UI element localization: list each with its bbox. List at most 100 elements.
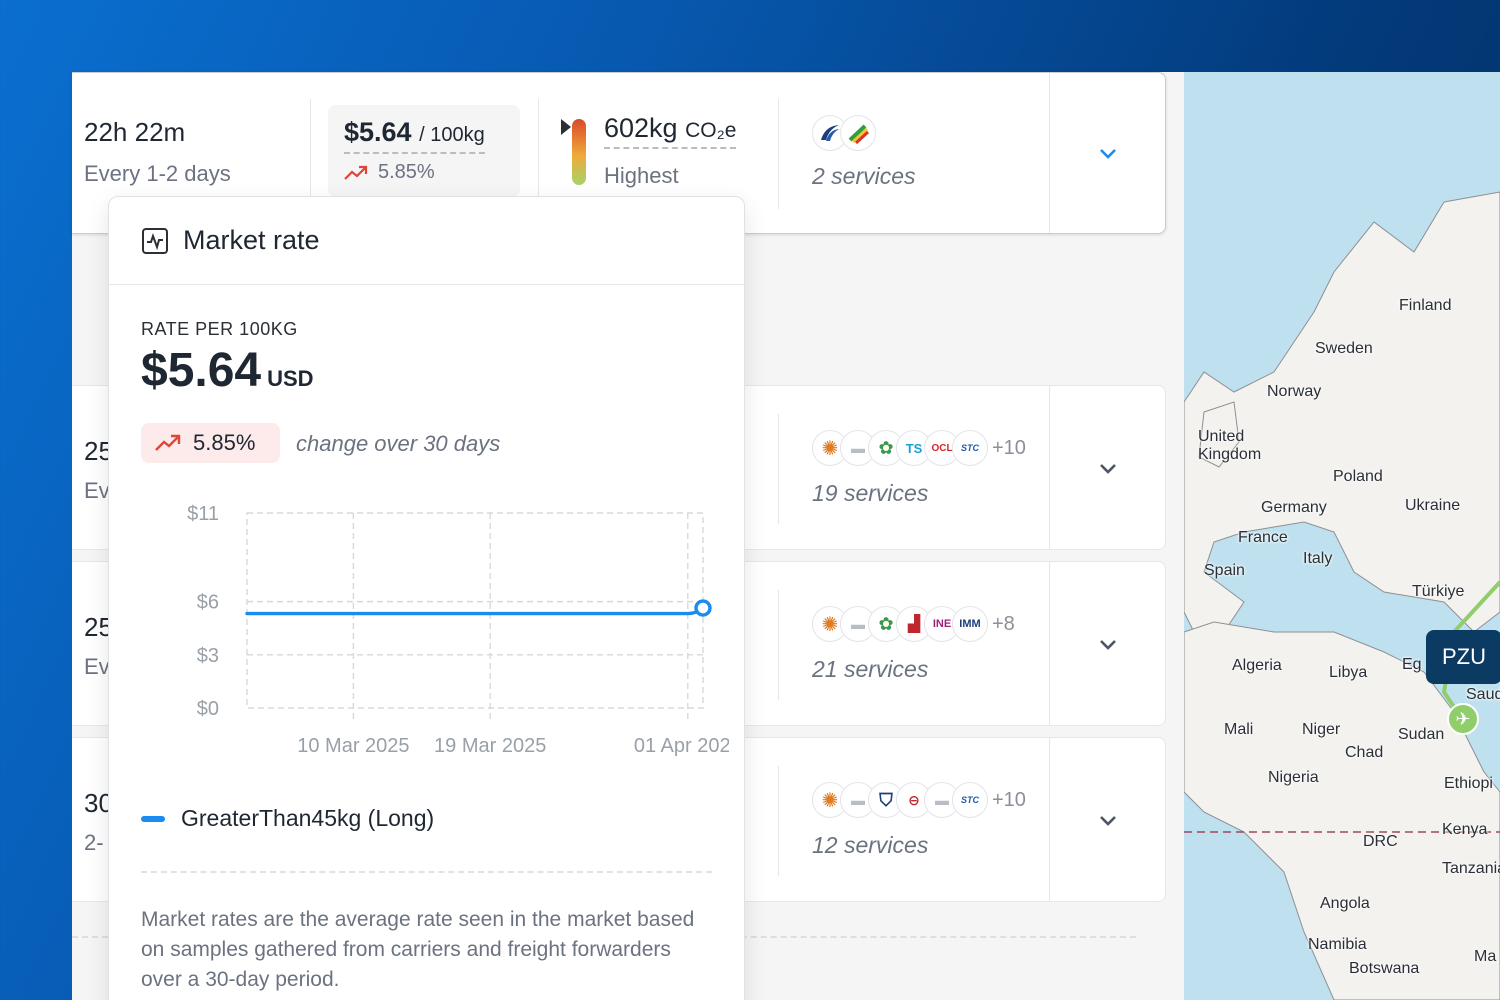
chevron-down-icon [1099, 639, 1116, 650]
legend-swatch [141, 815, 165, 822]
map-label: Namibia [1308, 936, 1367, 953]
chart-legend: GreaterThan45kg (Long) [141, 805, 434, 832]
map-label: Libya [1329, 664, 1368, 681]
map-label: Chad [1345, 744, 1384, 761]
map-label: Botswana [1349, 960, 1420, 977]
expand-toggle[interactable] [1049, 386, 1165, 549]
trend-up-icon [344, 165, 368, 180]
map-label: Poland [1333, 468, 1383, 485]
rate-currency: USD [267, 366, 314, 391]
ethiopian-logo-icon [840, 115, 876, 151]
map-label: Sweden [1315, 340, 1373, 357]
map-label: Saud [1466, 686, 1500, 703]
map-label: Ma [1474, 948, 1497, 965]
frequency: Every 1-2 days [84, 161, 231, 186]
co2-gauge [572, 119, 586, 185]
change-label: change over 30 days [296, 431, 501, 456]
co2-marker-icon [561, 119, 571, 135]
map-label: France [1238, 529, 1288, 546]
map-label: Ethiopi [1444, 775, 1493, 792]
map-label: Sudan [1398, 726, 1445, 743]
expand-toggle[interactable] [1049, 738, 1165, 901]
carrier-logo-icon: STC [952, 782, 988, 818]
map-label: Finland [1399, 297, 1452, 314]
y-tick-label: $6 [197, 592, 219, 614]
map-label: Angola [1320, 895, 1370, 912]
divider [538, 99, 539, 209]
rate-price[interactable]: $5.64 / 100kg [344, 117, 485, 154]
rate-summary[interactable]: $5.64 / 100kg 5.85% [328, 105, 520, 197]
expand-toggle[interactable] [1049, 73, 1165, 233]
co2-label: Highest [604, 163, 679, 188]
map-label: Türkiye [1412, 583, 1465, 600]
plot-frame [246, 512, 704, 709]
rate-chart: $0 $3 $6 $11 10 Mar 2025 19 Mar 2025 01 Apr 20… [187, 503, 729, 757]
carrier-logos: ✺ ▬ ✿ TS OCL STC +10 [812, 430, 1026, 466]
more-carriers: +10 [992, 788, 1026, 811]
map-label: Germany [1261, 499, 1327, 516]
activity-chart-icon [142, 227, 168, 254]
frequency: 2- [84, 830, 104, 855]
map-label: Nigeria [1268, 769, 1319, 786]
rate-change: 5.85% [344, 161, 435, 184]
x-tick-label: 19 Mar 2025 [434, 735, 546, 757]
change-chip: 5.85% [141, 423, 280, 463]
duration: 22h 22m [84, 117, 186, 147]
services-count[interactable]: 19 services [812, 480, 928, 507]
airport-marker[interactable]: PZU [1426, 630, 1500, 684]
change-value: 5.85% [193, 430, 256, 455]
rate-price: $5.64 [141, 344, 262, 397]
map-label: Algeria [1232, 657, 1282, 674]
frequency: Ev [84, 478, 110, 503]
services-count[interactable]: 2 services [812, 163, 916, 190]
x-tick-label: 10 Mar 2025 [297, 735, 409, 757]
legend-label: GreaterThan45kg (Long) [181, 805, 435, 831]
market-rate-note: Market rates are the average rate seen i… [141, 908, 695, 991]
y-tick-label: $11 [187, 503, 219, 525]
trend-up-icon [155, 434, 181, 451]
services-count[interactable]: 21 services [812, 656, 928, 683]
map-label: Tanzania [1442, 860, 1500, 877]
map-label: Spain [1204, 562, 1245, 579]
rate-subtitle: RATE PER 100KG [141, 319, 298, 339]
rate-price-unit: / 100kg [419, 124, 485, 146]
more-carriers: +10 [992, 436, 1026, 459]
carrier-logo-icon: STC [952, 430, 988, 466]
frequency: Ev [84, 654, 110, 679]
y-tick-label: $0 [197, 698, 219, 720]
map-label: United Kingdom [1198, 428, 1262, 463]
expand-toggle[interactable] [1049, 562, 1165, 725]
co2-unit: CO₂e [685, 119, 737, 142]
map-label: Norway [1267, 383, 1322, 400]
popover-header: Market rate [109, 197, 744, 285]
map-label: Mali [1224, 721, 1254, 738]
rate-price-value: $5.64 [344, 117, 412, 147]
co2-value[interactable]: 602kg CO₂e [604, 113, 737, 149]
chevron-down-icon [1099, 463, 1116, 474]
carrier-logos: ✺ ▬ ✿ ▟ INE IMM +8 [812, 606, 1015, 642]
map-label: Italy [1303, 550, 1333, 567]
map-label: Kenya [1442, 821, 1488, 838]
divider [778, 766, 779, 876]
map-label: DRC [1363, 833, 1398, 850]
popover-title: Market rate [183, 225, 320, 255]
map-label: Eg [1402, 656, 1422, 673]
airplane-icon[interactable]: ✈ [1447, 703, 1479, 735]
map-label: Ukraine [1405, 497, 1461, 514]
divider [778, 590, 779, 700]
chevron-down-icon [1099, 149, 1116, 159]
rate-change-value: 5.85% [378, 161, 435, 183]
services-count[interactable]: 12 services [812, 832, 928, 859]
market-rate-popover: Market rate RATE PER 100KG $5.64 USD 5.85… [108, 196, 745, 1000]
x-tick-label: 01 Apr 2025 [634, 735, 729, 757]
divider [778, 99, 779, 209]
route-map[interactable]: Finland Sweden Norway United Kingdom Pol… [1184, 72, 1500, 1000]
carrier-logo-icon: IMM [952, 606, 988, 642]
more-carriers: +8 [992, 612, 1015, 635]
co2-amount: 602kg [604, 113, 678, 143]
divider [141, 871, 712, 873]
data-point [694, 599, 712, 617]
chevron-down-icon [1099, 815, 1116, 826]
divider [310, 99, 311, 209]
y-tick-label: $3 [197, 645, 219, 667]
